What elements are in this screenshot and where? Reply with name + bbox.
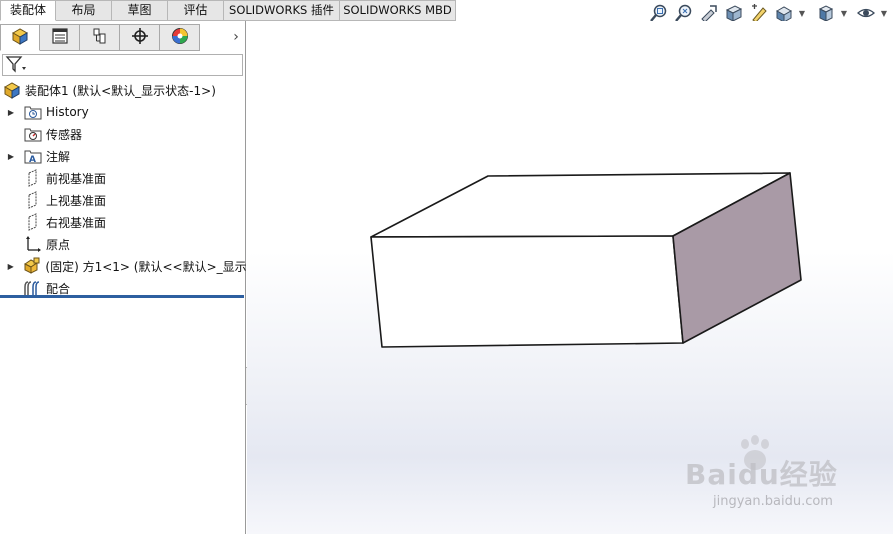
display-manager-tab[interactable] [160,24,200,51]
tab-solidworks-addins[interactable]: SOLIDWORKS 插件 [224,0,340,21]
tree-item-label: 前视基准面 [46,171,107,186]
tab-solidworks-mbd[interactable]: SOLIDWORKS MBD [340,0,456,21]
tree-item-label: 传感器 [46,127,83,142]
tab-assembly[interactable]: 装配体 [0,0,56,21]
plane-icon [24,213,42,231]
box-front-face[interactable] [370,235,684,348]
filter-icon [5,55,27,76]
tree-item-label: 右视基准面 [46,215,107,230]
featuremanager-tab[interactable] [0,24,40,51]
tree-item-history[interactable]: ▶ History [0,101,246,123]
tree-item-label: (固定) 方1<1> (默认<<默认>_显示状 [45,259,246,274]
baidu-watermark: Baidu经验 jingyan.baidu.com [665,435,865,517]
tree-item-top-plane[interactable]: 上视基准面 [0,189,246,211]
plane-icon [24,169,42,187]
display-manager-icon [171,27,189,48]
propertymanager-tab[interactable] [40,24,80,51]
tree-item-label: 上视基准面 [46,193,107,208]
tree-root-assembly[interactable]: 装配体1 (默认<默认_显示状态-1>) [0,79,246,101]
tab-evaluate[interactable]: 评估 [168,0,224,21]
plane-icon [24,191,42,209]
configurationmanager-icon [91,27,109,48]
tree-item-label: 配合 [46,281,71,296]
annotations-folder-icon: A [24,147,42,165]
featuremanager-panel: › 装配体1 (默认<默认_显示状态-1>) ▶ History 传感器 ▶ A… [0,21,246,534]
dimxpertmanager-icon [131,27,149,48]
manager-tabs [0,24,246,51]
part-icon [23,257,41,275]
tree-item-label: 注解 [46,149,71,164]
tree-item-label: History [46,105,89,119]
watermark-main-text: Baidu经验 [685,458,838,491]
tree-item-origin[interactable]: 原点 [0,233,246,255]
tree-item-component[interactable]: ▶ (固定) 方1<1> (默认<<默认>_显示状 [0,255,246,277]
command-tabs: 装配体 布局 草图 评估 SOLIDWORKS 插件 SOLIDWORKS MB… [0,0,456,21]
origin-icon [24,235,42,253]
configurationmanager-tab[interactable] [80,24,120,51]
tab-sketch[interactable]: 草图 [112,0,168,21]
dimxpertmanager-tab[interactable] [120,24,160,51]
featuremanager-icon [11,27,29,48]
sensors-folder-icon [24,125,42,143]
history-folder-icon [24,103,42,121]
tree-item-right-plane[interactable]: 右视基准面 [0,211,246,233]
tree-item-front-plane[interactable]: 前视基准面 [0,167,246,189]
feature-tree: 装配体1 (默认<默认_显示状态-1>) ▶ History 传感器 ▶ A 注… [0,79,246,299]
chevron-right-icon[interactable]: › [228,27,244,47]
svg-text:A: A [29,155,36,164]
tree-filter-box[interactable] [2,54,243,76]
command-manager-tabbar: 装配体 布局 草图 评估 SOLIDWORKS 插件 SOLIDWORKS MB… [0,0,893,23]
expand-arrow-icon[interactable]: ▶ [6,152,16,161]
assembly-icon [3,81,21,99]
tree-rollback-bar[interactable] [0,295,244,298]
propertymanager-icon [51,27,69,48]
watermark-sub-text: jingyan.baidu.com [713,494,833,509]
tree-root-label: 装配体1 (默认<默认_显示状态-1>) [25,83,216,98]
tab-layout[interactable]: 布局 [56,0,112,21]
tree-item-sensors[interactable]: 传感器 [0,123,246,145]
tree-item-label: 原点 [46,237,71,252]
tree-item-annotations[interactable]: ▶ A 注解 [0,145,246,167]
expand-arrow-icon[interactable]: ▶ [6,262,15,271]
expand-arrow-icon[interactable]: ▶ [6,108,16,117]
